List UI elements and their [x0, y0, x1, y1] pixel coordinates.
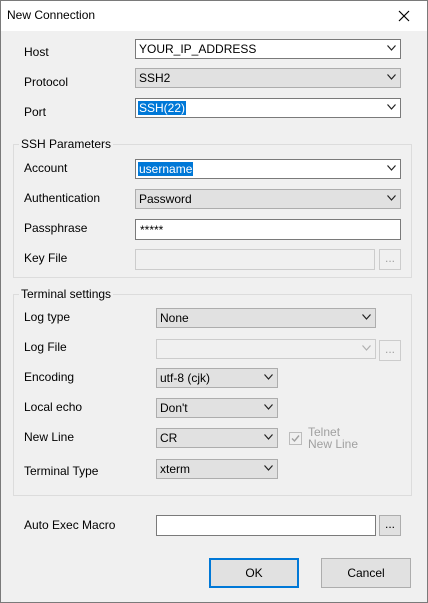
new-connection-dialog: New Connection Host YOUR_IP_ADDRESS Prot…	[0, 0, 428, 603]
terminal-type-value: xterm	[160, 462, 190, 476]
window-title: New Connection	[7, 8, 96, 22]
cancel-button-label: Cancel	[347, 566, 385, 580]
port-combo[interactable]: SSH(22)	[135, 98, 401, 118]
ssh-parameters-title: SSH Parameters	[19, 137, 114, 151]
new-line-select[interactable]: CR	[156, 428, 278, 448]
log-file-label: Log File	[24, 340, 67, 354]
ok-button-label: OK	[245, 566, 263, 580]
key-file-input[interactable]	[135, 249, 375, 270]
key-file-label: Key File	[24, 251, 68, 265]
chevron-down-icon	[387, 45, 396, 51]
auto-exec-macro-label: Auto Exec Macro	[24, 518, 116, 532]
ok-button[interactable]: OK	[209, 558, 299, 588]
log-type-value: None	[160, 311, 189, 325]
chevron-down-icon	[362, 345, 371, 351]
terminal-type-select[interactable]: xterm	[156, 459, 278, 479]
log-type-select[interactable]: None	[156, 308, 376, 328]
local-echo-value: Don't	[160, 401, 188, 415]
chevron-down-icon	[387, 74, 396, 80]
chevron-down-icon	[387, 165, 396, 171]
chevron-down-icon	[264, 404, 273, 410]
account-value: username	[138, 162, 194, 176]
protocol-select[interactable]: SSH2	[135, 68, 401, 88]
title-bar: New Connection	[1, 1, 427, 31]
check-icon	[291, 435, 300, 443]
authentication-value: Password	[139, 192, 192, 206]
telnet-label-line2: New Line	[308, 437, 359, 451]
chevron-down-icon	[264, 465, 273, 471]
account-combo[interactable]: username	[135, 159, 401, 179]
encoding-value: utf-8 (cjk)	[160, 371, 211, 385]
chevron-down-icon	[387, 195, 396, 201]
log-file-combo[interactable]	[156, 339, 376, 359]
passphrase-value: *****	[140, 223, 164, 237]
log-file-browse-button[interactable]: ...	[379, 340, 401, 361]
encoding-label: Encoding	[24, 370, 75, 384]
telnet-new-line-checkbox[interactable]	[289, 432, 302, 445]
chevron-down-icon	[387, 104, 396, 110]
host-label: Host	[24, 45, 49, 59]
host-combo[interactable]: YOUR_IP_ADDRESS	[135, 39, 401, 59]
port-label: Port	[24, 105, 47, 119]
protocol-label: Protocol	[24, 75, 69, 89]
protocol-value: SSH2	[139, 71, 171, 85]
encoding-select[interactable]: utf-8 (cjk)	[156, 368, 278, 388]
chevron-down-icon	[362, 314, 371, 320]
close-icon	[398, 10, 410, 22]
new-line-value: CR	[160, 431, 178, 445]
terminal-settings-title: Terminal settings	[19, 287, 114, 301]
host-value: YOUR_IP_ADDRESS	[139, 42, 257, 56]
new-line-label: New Line	[24, 430, 75, 444]
authentication-label: Authentication	[24, 191, 101, 205]
local-echo-label: Local echo	[24, 400, 83, 414]
port-value: SSH(22)	[138, 101, 187, 115]
passphrase-input[interactable]: *****	[135, 219, 401, 240]
terminal-type-label: Terminal Type	[24, 464, 99, 478]
passphrase-label: Passphrase	[24, 221, 88, 235]
cancel-button[interactable]: Cancel	[321, 558, 411, 588]
authentication-select[interactable]: Password	[135, 189, 401, 209]
chevron-down-icon	[264, 374, 273, 380]
account-label: Account	[24, 161, 68, 175]
key-file-browse-button[interactable]: ...	[379, 249, 401, 270]
auto-exec-macro-browse-button[interactable]: ...	[379, 515, 401, 536]
chevron-down-icon	[264, 434, 273, 440]
log-type-label: Log type	[24, 310, 71, 324]
auto-exec-macro-input[interactable]	[156, 515, 376, 536]
local-echo-select[interactable]: Don't	[156, 398, 278, 418]
close-button[interactable]	[381, 1, 427, 31]
telnet-new-line-label: Telnet New Line	[308, 426, 358, 450]
